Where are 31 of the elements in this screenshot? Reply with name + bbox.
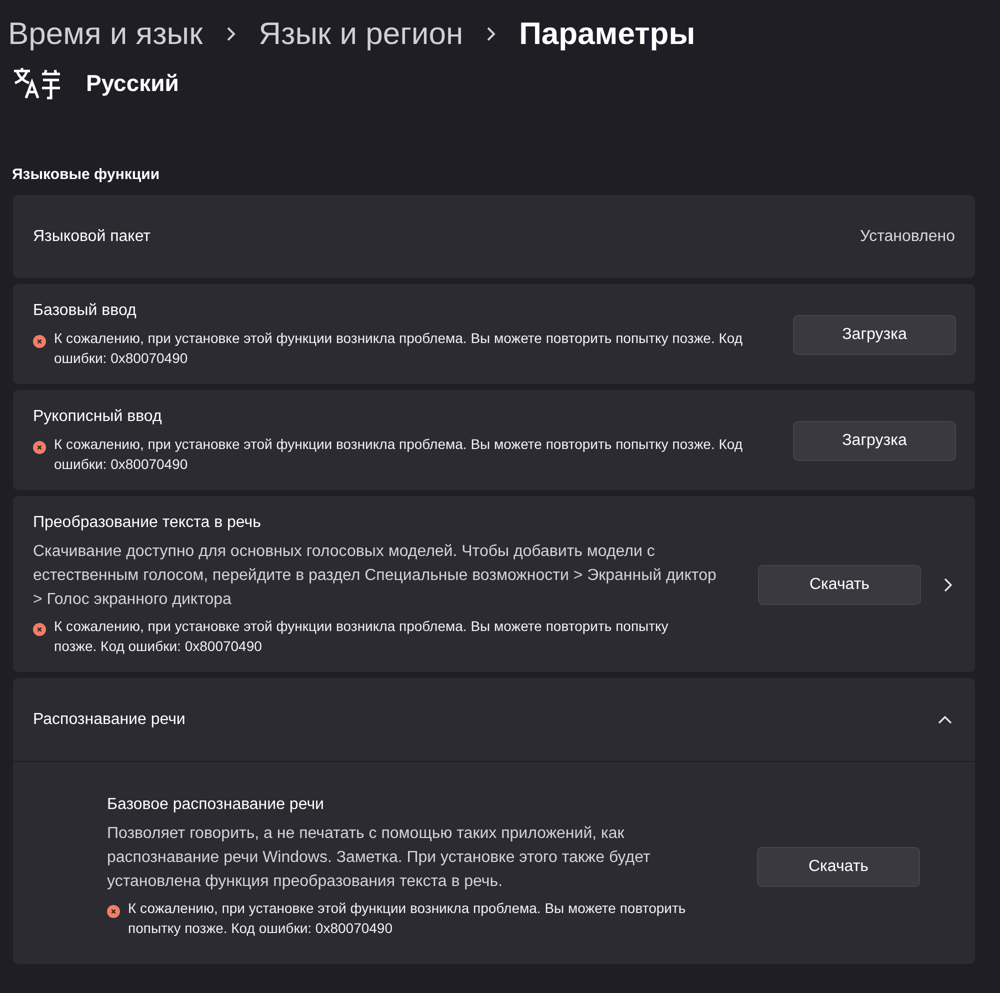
setting-title: Рукописный ввод — [33, 408, 163, 426]
download-button[interactable]: Загрузка — [793, 315, 956, 355]
setting-description: Позволяет говорить, а не печатать с помощью таких приложений, как распознавание речи Windows. Заметка. При установке этого также будет установлена функция преобразования текста в речь. — [107, 824, 652, 892]
error-icon — [107, 905, 120, 918]
error-message: К сожалению, при установке этой функции возникла проблема. Вы можете повторить попытку позже. Код ошибки: 0x80070490 — [54, 435, 744, 474]
language-name: Русский — [86, 70, 179, 96]
page-title: Параметры — [519, 16, 696, 52]
chevron-right-icon — [224, 25, 237, 43]
breadcrumb-link[interactable]: Время и язык — [8, 16, 203, 52]
setting-description: Скачивание доступно для основных голосовых моделей. Чтобы добавить модели с естественным голосом, перейдите в раздел Специальные возможности > Экранный диктор > Голос экранного диктора — [33, 542, 718, 610]
download-button[interactable]: Загрузка — [793, 421, 956, 461]
chevron-up-icon[interactable] — [937, 714, 953, 724]
download-button[interactable]: Скачать — [757, 847, 920, 887]
setting-title: Базовое распознавание речи — [107, 796, 325, 814]
error-message: К сожалению, при установке этой функции возникла проблема. Вы можете повторить попытку позже. Код ошибки: 0x80070490 — [54, 617, 670, 656]
setting-title: Преобразование текста в речь — [33, 514, 262, 532]
breadcrumb-link[interactable]: Язык и регион — [258, 16, 464, 52]
error-icon — [33, 441, 46, 454]
status-text: Установлено — [860, 228, 955, 246]
chevron-right-icon[interactable] — [943, 577, 953, 593]
error-message: К сожалению, при установке этой функции возникла проблема. Вы можете повторить попытку позже. Код ошибки: 0x80070490 — [128, 899, 687, 938]
setting-title: Языковой пакет — [33, 228, 151, 246]
expander-header[interactable]: Распознавание речи — [13, 678, 975, 762]
error-icon — [33, 335, 46, 348]
setting-title: Распознавание речи — [33, 710, 186, 728]
section-title: Языковые функции — [12, 166, 161, 183]
chevron-right-icon — [485, 25, 498, 43]
error-icon — [33, 623, 46, 636]
setting-title: Базовый ввод — [33, 302, 138, 320]
download-button[interactable]: Скачать — [758, 565, 921, 605]
error-message: К сожалению, при установке этой функции возникла проблема. Вы можете повторить попытку позже. Код ошибки: 0x80070490 — [54, 329, 744, 368]
